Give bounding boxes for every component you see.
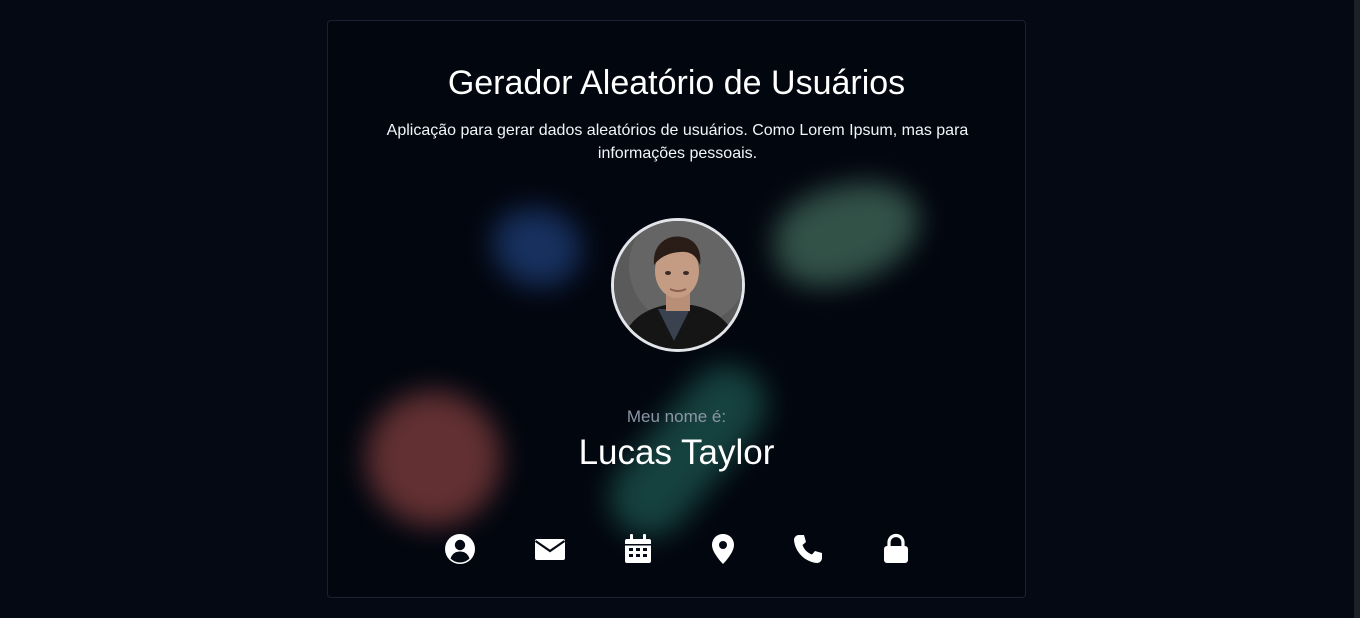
name-label: Meu nome é: [626, 407, 727, 426]
avatar [611, 218, 745, 352]
birthday-button[interactable] [620, 531, 656, 567]
window-edge [1354, 0, 1360, 618]
info-icon-bar [328, 531, 1025, 567]
phone-icon [794, 535, 822, 563]
decorative-blob-green [764, 171, 930, 297]
map-marker-icon [712, 534, 734, 564]
envelope-icon [534, 539, 566, 560]
lock-icon [884, 533, 908, 563]
location-button[interactable] [705, 531, 741, 567]
password-button[interactable] [878, 531, 914, 567]
decorative-blob-blue [493, 209, 581, 287]
phone-button[interactable] [790, 531, 826, 567]
page-title: Gerador Aleatório de Usuários [447, 64, 906, 102]
email-button[interactable] [532, 531, 568, 567]
page-subtitle: Aplicação para gerar dados aleatórios de… [386, 122, 969, 162]
user-button[interactable] [442, 531, 478, 567]
avatar-photo [614, 221, 742, 349]
calendar-icon [625, 534, 651, 563]
user-name: Lucas Taylor [578, 433, 775, 472]
user-generator-card: Gerador Aleatório de Usuários Aplicação … [327, 20, 1026, 598]
user-circle-icon [445, 534, 475, 564]
